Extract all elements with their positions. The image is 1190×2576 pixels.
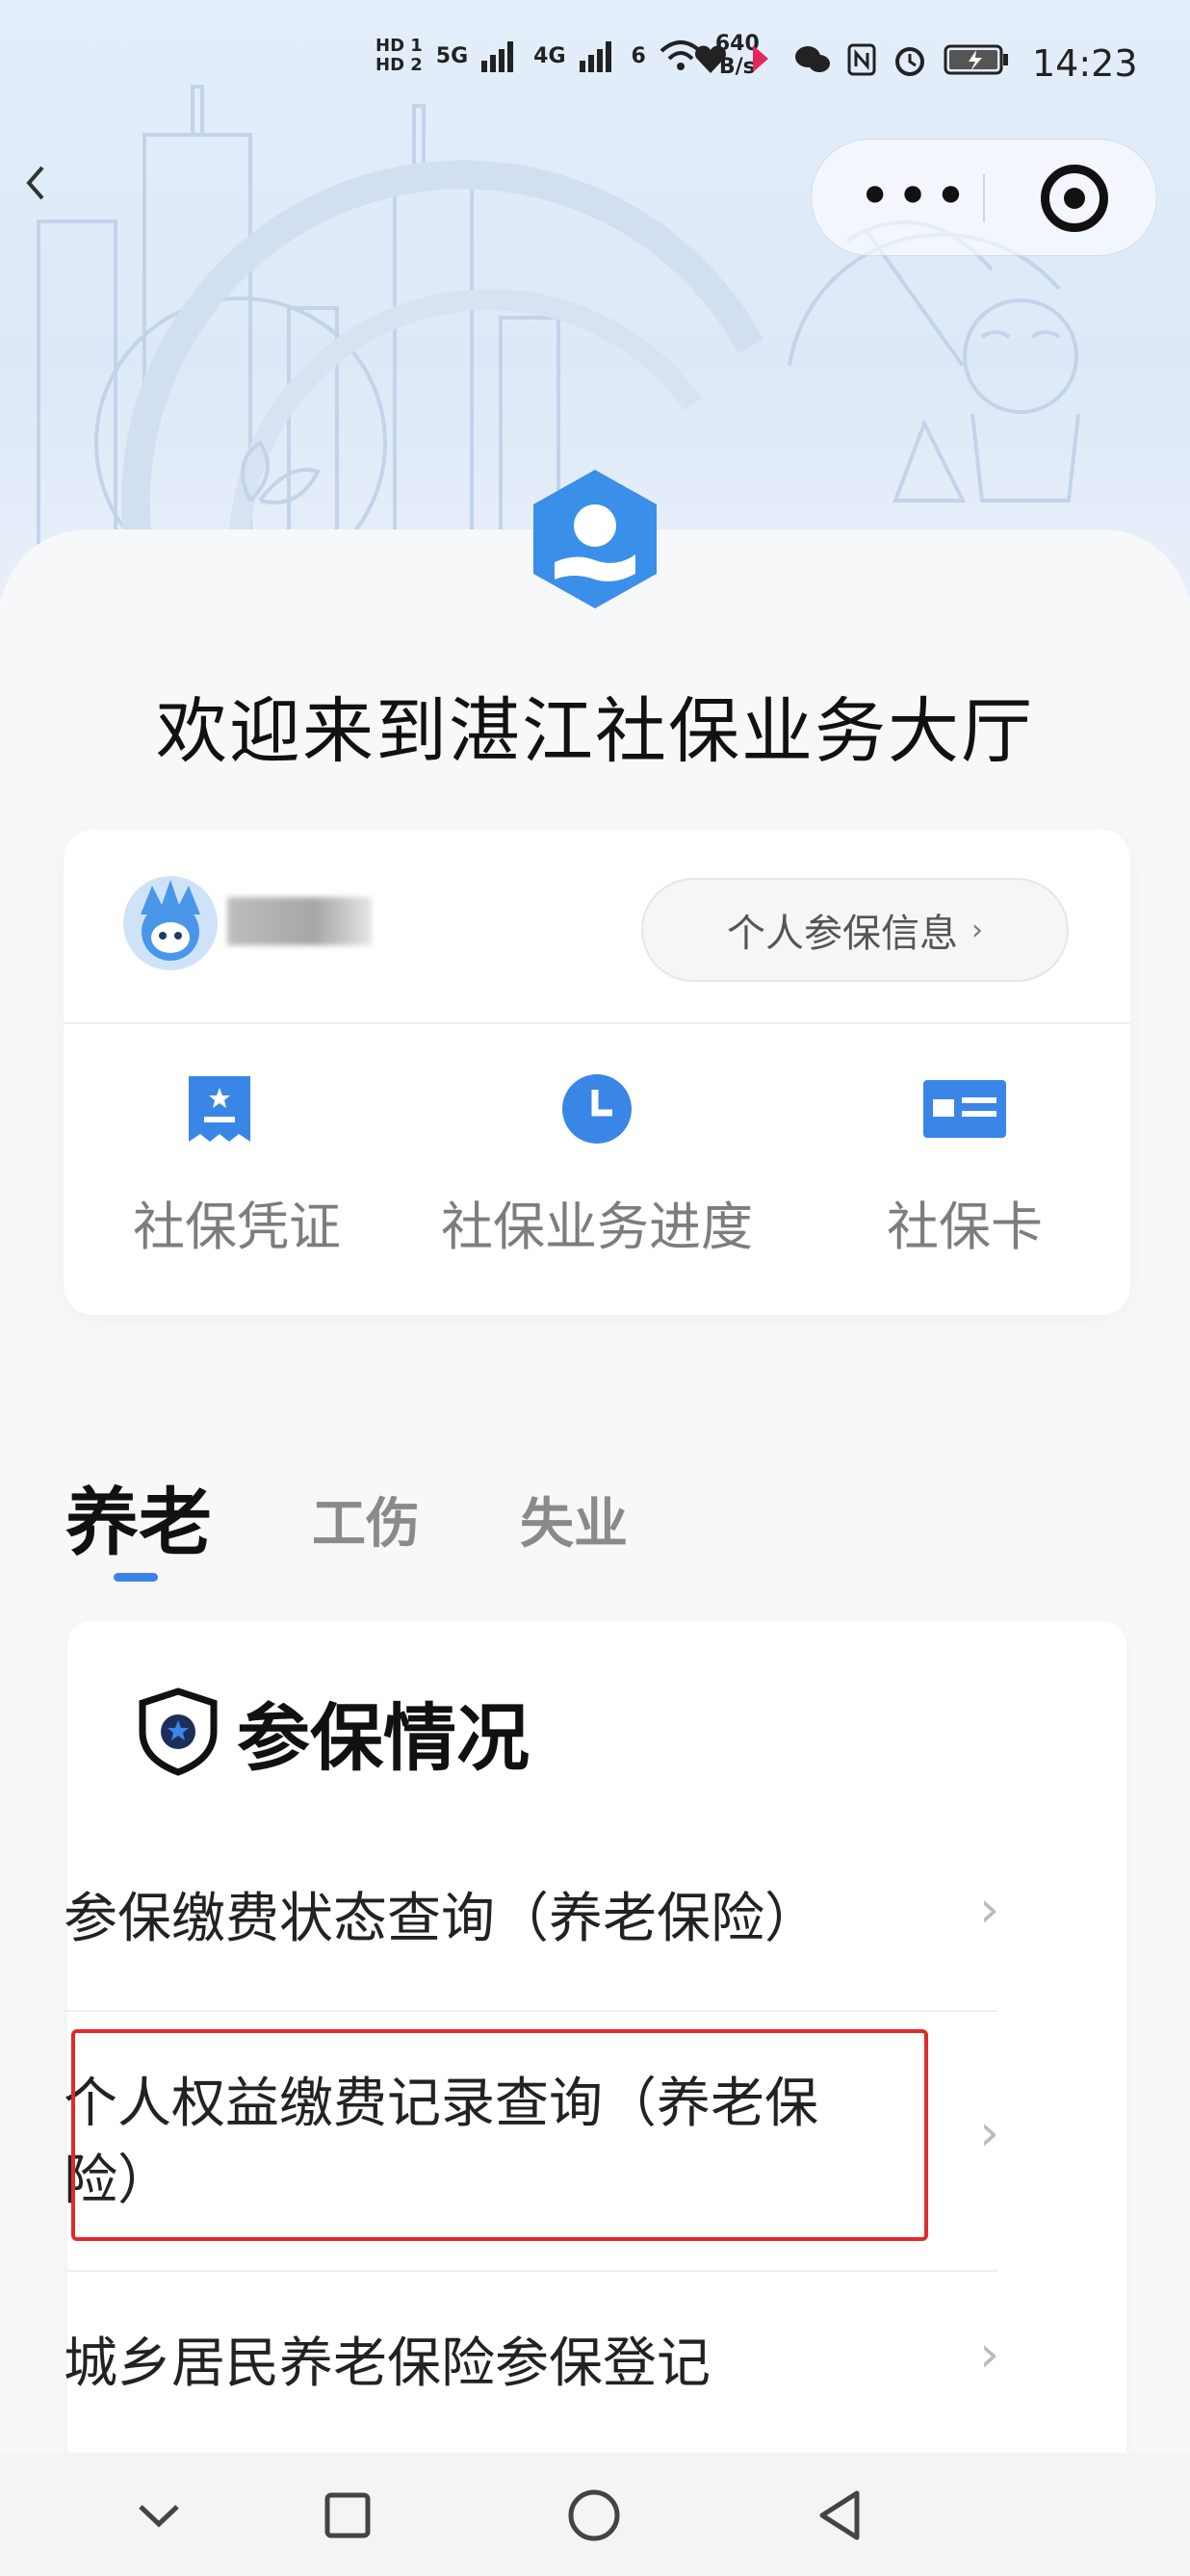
user-name-redacted: [227, 897, 372, 945]
ribbon-certificate-icon: [189, 1076, 250, 1142]
back-triangle-icon[interactable]: [807, 2482, 874, 2549]
card-divider: [64, 1022, 1130, 1024]
page: HD 1 HD 2 5G 4G 6 640 B/s 14:23 ••• 欢迎来到…: [0, 0, 1190, 2576]
tab-work-injury[interactable]: 工伤: [312, 1481, 420, 1558]
personal-insurance-info-label: 个人参保信息: [727, 912, 958, 956]
collapse-chevron-down-icon[interactable]: [125, 2482, 193, 2549]
tab-pension[interactable]: 养老: [65, 1463, 212, 1569]
quick-action-card[interactable]: 社保卡: [859, 1072, 1071, 1260]
wechat-icon: [795, 46, 830, 72]
list-item-label: 参保缴费状态查询（养老保险）: [64, 1888, 818, 1950]
chevron-right-icon: ›: [979, 2326, 999, 2383]
list-item-payment-status[interactable]: 参保缴费状态查询（养老保险） ›: [64, 1881, 999, 1958]
list-item-resident-registration[interactable]: 城乡居民养老保险参保登记 ›: [64, 2326, 999, 2403]
signal-4g-label: 4G: [533, 43, 566, 68]
shield-star-icon: [139, 1687, 218, 1776]
quick-action-label: 社保业务进度: [441, 1197, 753, 1257]
system-navigation-bar: [0, 2453, 1190, 2576]
quick-action-label: 社保凭证: [133, 1197, 341, 1257]
chevron-right-icon: ›: [979, 1881, 999, 1939]
section-title: 参保情况: [237, 1695, 530, 1781]
signal-bars-icon: [481, 41, 514, 72]
status-icons: [693, 42, 1011, 77]
health-heart-icon: [695, 45, 726, 73]
battery-icon: [944, 44, 1008, 75]
list-divider: [64, 2270, 997, 2272]
back-arrow-icon[interactable]: [21, 162, 60, 210]
quick-action-certificate[interactable]: 社保凭证: [133, 1072, 341, 1260]
more-options-icon[interactable]: •••: [858, 167, 971, 225]
signal-5g-label: 5G: [435, 43, 469, 68]
clock-icon: [562, 1074, 632, 1144]
home-circle-icon[interactable]: [560, 2482, 628, 2549]
status-bar: HD 1 HD 2 5G 4G 6 640 B/s 14:23: [0, 0, 1190, 135]
highlight-box: [71, 2029, 928, 2241]
recent-apps-square-icon[interactable]: [314, 2482, 381, 2549]
miniprogram-capsule: •••: [811, 139, 1157, 256]
tab-indicator: [114, 1573, 158, 1582]
close-miniprogram-icon[interactable]: [1041, 165, 1108, 232]
list-divider: [64, 2010, 997, 2012]
section-header: 参保情况: [137, 1679, 530, 1785]
quick-action-label: 社保卡: [887, 1197, 1043, 1257]
hd1-label: HD 1: [375, 36, 423, 56]
sim-indicators: HD 1 HD 2: [375, 37, 423, 75]
chevron-right-icon: ›: [979, 2104, 999, 2162]
personal-insurance-info-button[interactable]: 个人参保信息 ›: [641, 878, 1069, 982]
wifi-generation-label: 6: [631, 43, 646, 68]
chevron-left-icon: [26, 166, 44, 200]
app-notification-icon: [753, 45, 768, 72]
alarm-icon: [895, 47, 924, 76]
list-item-label: 城乡居民养老保险参保登记: [64, 2332, 711, 2395]
tab-unemployment[interactable]: 失业: [520, 1481, 628, 1558]
social-security-logo-icon: [533, 470, 657, 608]
avatar[interactable]: [123, 876, 218, 970]
id-card-icon: [923, 1080, 1006, 1138]
nfc-icon: [847, 43, 876, 76]
chevron-right-icon: ›: [971, 913, 983, 947]
quick-action-progress[interactable]: 社保业务进度: [433, 1072, 761, 1260]
signal-bars-icon: [579, 41, 611, 72]
welcome-title: 欢迎来到湛江社保业务大厅: [156, 690, 1034, 773]
clock-time: 14:23: [1032, 42, 1138, 85]
user-card: 个人参保信息 › 社保凭证 社保业务进度 社保卡: [64, 830, 1130, 1315]
capsule-divider: [983, 174, 985, 222]
hd2-label: HD 2: [375, 55, 423, 75]
mascot-avatar-icon: [141, 880, 200, 961]
